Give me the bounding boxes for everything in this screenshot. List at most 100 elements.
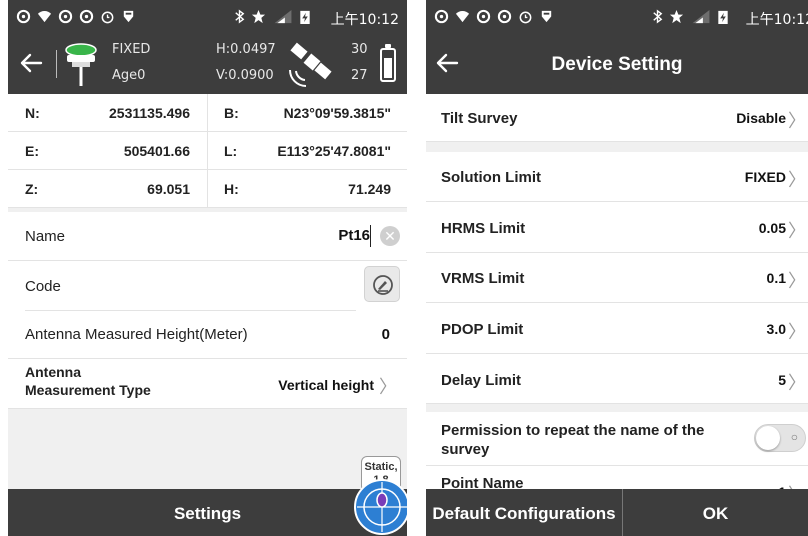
coord-label: Z: bbox=[25, 181, 39, 197]
battery-charging-icon bbox=[300, 10, 310, 24]
setting-label: Delay Limit bbox=[441, 372, 522, 389]
setting-value: Disable bbox=[736, 110, 786, 126]
code-row[interactable]: Code bbox=[8, 261, 407, 311]
survey-target-icon[interactable] bbox=[353, 478, 407, 536]
setting-value: 0.05 bbox=[758, 220, 786, 236]
setting-row-hrms-limit[interactable]: HRMS Limit 0.05 〉 bbox=[426, 202, 808, 253]
wheel-icon bbox=[16, 9, 31, 24]
setting-label: PDOP Limit bbox=[441, 321, 524, 338]
status-bar: 上午10:12 bbox=[426, 0, 808, 34]
coord-value: 2531135.496 bbox=[109, 105, 190, 121]
page-title: Device Setting bbox=[551, 54, 683, 75]
settings-button[interactable]: Settings bbox=[8, 489, 407, 536]
h-precision: H:0.0497 bbox=[216, 42, 276, 57]
coord-label: N: bbox=[25, 105, 40, 121]
signal-icon bbox=[37, 11, 52, 23]
divider bbox=[56, 50, 57, 78]
chevron-right-icon: 〉 bbox=[788, 111, 806, 132]
age-value: Age0 bbox=[112, 68, 146, 83]
network-icon bbox=[274, 9, 292, 24]
default-configurations-button[interactable]: Default Configurations bbox=[426, 489, 622, 536]
code-label: Code bbox=[25, 278, 61, 295]
solution-status: FIXED bbox=[112, 42, 151, 57]
text-cursor bbox=[370, 225, 371, 247]
action-bar: Default Configurations OK bbox=[426, 489, 808, 536]
antenna-height-label: Antenna Measured Height(Meter) bbox=[25, 326, 248, 343]
setting-label: Solution Limit bbox=[441, 169, 541, 186]
divider bbox=[207, 94, 208, 132]
gps-receiver-icon[interactable] bbox=[63, 42, 99, 88]
coord-label: L: bbox=[224, 143, 238, 159]
name-label: Name bbox=[25, 228, 66, 245]
bluetooth-icon bbox=[653, 9, 663, 24]
survey-point-screen: 上午10:12 FIXED Age0 H:0.0497 V:0.0900 30 … bbox=[8, 0, 407, 536]
satellites-visible: 30 bbox=[351, 42, 368, 57]
static-label: Static, bbox=[364, 461, 398, 473]
code-edit-icon bbox=[373, 275, 393, 295]
back-arrow-icon[interactable] bbox=[16, 48, 46, 78]
antenna-type-value[interactable]: Vertical height bbox=[278, 377, 374, 393]
star-icon bbox=[251, 9, 266, 24]
v-precision: V:0.0900 bbox=[216, 68, 274, 83]
antenna-type-row[interactable]: Antenna Measurement Type Vertical height… bbox=[8, 359, 407, 409]
satellites-used: 27 bbox=[351, 68, 368, 83]
chevron-right-icon: 〉 bbox=[379, 377, 397, 398]
setting-label: Tilt Survey bbox=[441, 110, 518, 127]
status-time: 上午10:12 bbox=[745, 12, 808, 28]
chat-icon bbox=[497, 9, 512, 24]
coord-value: 69.051 bbox=[147, 181, 190, 197]
setting-label: HRMS Limit bbox=[441, 220, 526, 237]
chat-icon bbox=[79, 9, 94, 24]
setting-row-pdop-limit[interactable]: PDOP Limit 3.0 〉 bbox=[426, 303, 808, 354]
network-icon bbox=[692, 9, 710, 24]
coordinate-row-z: Z: 69.051 H: 71.249 bbox=[8, 170, 407, 208]
setting-value: FIXED bbox=[744, 169, 786, 185]
location-pin-icon bbox=[541, 10, 552, 23]
coordinate-row-n: N: 2531135.496 B: N23°09'59.3815" bbox=[8, 94, 407, 132]
toggle-off-indicator: ○ bbox=[790, 430, 798, 444]
name-input[interactable]: Pt16 bbox=[338, 227, 370, 244]
satellite-icon[interactable] bbox=[286, 40, 342, 90]
divider bbox=[207, 170, 208, 208]
setting-row-vrms-limit[interactable]: VRMS Limit 0.1 〉 bbox=[426, 253, 808, 303]
wheel-icon bbox=[434, 9, 449, 24]
alarm-icon bbox=[519, 11, 532, 24]
chevron-right-icon: 〉 bbox=[788, 271, 806, 292]
coord-value: E113°25'47.8081" bbox=[277, 143, 391, 159]
screen-pair: 上午10:12 FIXED Age0 H:0.0497 V:0.0900 30 … bbox=[0, 0, 808, 536]
toggle-knob bbox=[756, 426, 780, 450]
battery-charging-icon bbox=[718, 10, 728, 24]
repeat-name-toggle[interactable]: ○ bbox=[754, 424, 806, 452]
antenna-height-row[interactable]: Antenna Measured Height(Meter) 0 bbox=[8, 311, 407, 359]
status-time: 上午10:12 bbox=[330, 12, 399, 28]
setting-value: 3.0 bbox=[766, 321, 786, 337]
chat-icon bbox=[58, 9, 73, 24]
location-pin-icon bbox=[123, 10, 134, 23]
clear-icon[interactable]: ✕ bbox=[380, 226, 400, 246]
ok-button-label: OK bbox=[702, 504, 729, 523]
coord-value: 71.249 bbox=[348, 181, 391, 197]
code-edit-button[interactable] bbox=[364, 266, 400, 302]
ok-button[interactable]: OK bbox=[623, 489, 808, 536]
chevron-right-icon: 〉 bbox=[788, 170, 806, 191]
chevron-right-icon: 〉 bbox=[788, 373, 806, 394]
bluetooth-icon bbox=[235, 9, 245, 24]
star-icon bbox=[669, 9, 684, 24]
setting-value: 0.1 bbox=[766, 270, 786, 286]
title-bar: Device Setting bbox=[426, 34, 808, 94]
antenna-height-value[interactable]: 0 bbox=[382, 326, 390, 343]
setting-value: 5 bbox=[778, 372, 786, 388]
antenna-type-label: Antenna Measurement Type bbox=[25, 364, 151, 398]
chat-icon bbox=[476, 9, 491, 24]
signal-icon bbox=[455, 11, 470, 23]
battery-icon bbox=[380, 44, 396, 82]
coord-label: E: bbox=[25, 143, 39, 159]
setting-row-repeat-name[interactable]: Permission to repeat the name of the sur… bbox=[426, 412, 808, 466]
setting-label: Permission to repeat the name of the sur… bbox=[441, 422, 705, 458]
setting-row-tilt-survey[interactable]: Tilt Survey Disable 〉 bbox=[426, 94, 808, 142]
gnss-status-header: FIXED Age0 H:0.0497 V:0.0900 30 27 bbox=[8, 34, 407, 94]
setting-row-solution-limit[interactable]: Solution Limit FIXED 〉 bbox=[426, 152, 808, 202]
name-row[interactable]: Name Pt16 ✕ bbox=[8, 212, 407, 261]
coordinate-row-e: E: 505401.66 L: E113°25'47.8081" bbox=[8, 132, 407, 170]
setting-row-delay-limit[interactable]: Delay Limit 5 〉 bbox=[426, 354, 808, 404]
